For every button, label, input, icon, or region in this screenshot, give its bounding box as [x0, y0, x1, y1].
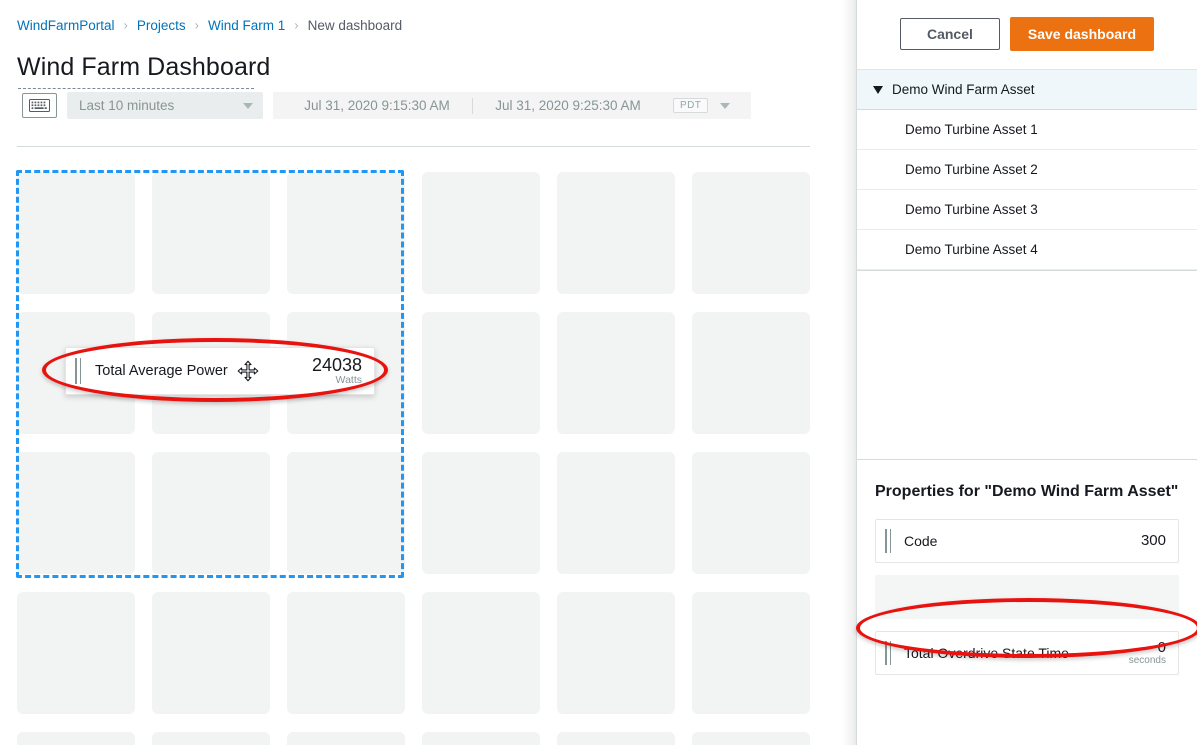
grip-handle-icon[interactable]: [885, 529, 891, 553]
widget-unit: Watts: [312, 375, 362, 386]
breadcrumb-item-projects[interactable]: Projects: [137, 18, 186, 33]
grip-handle-icon[interactable]: [75, 358, 81, 384]
grid-cell[interactable]: [152, 452, 270, 574]
breadcrumb-separator-icon: ›: [195, 19, 199, 32]
grid-cell[interactable]: [557, 592, 675, 714]
dashboard-main-area: WindFarmPortal › Projects › Wind Farm 1 …: [0, 0, 856, 745]
breadcrumb-separator-icon: ›: [294, 19, 298, 32]
asset-label: Demo Wind Farm Asset: [892, 82, 1035, 97]
timezone-badge[interactable]: PDT: [673, 98, 708, 113]
property-label: Total Overdrive State Time: [904, 645, 1069, 661]
keyboard-icon[interactable]: [22, 93, 57, 118]
grid-cell[interactable]: [152, 592, 270, 714]
grid-cell[interactable]: [422, 732, 540, 745]
breadcrumb-item-new-dashboard: New dashboard: [308, 18, 403, 33]
widget-value: 24038: [312, 356, 362, 375]
dashboard-grid[interactable]: [0, 160, 856, 745]
grid-cell[interactable]: [17, 172, 135, 294]
save-dashboard-button[interactable]: Save dashboard: [1010, 17, 1154, 51]
time-range-start[interactable]: Jul 31, 2020 9:15:30 AM: [282, 98, 472, 113]
grid-cell[interactable]: [287, 172, 405, 294]
widget-value-group: 24038 Watts: [312, 356, 362, 387]
grid-cell[interactable]: [152, 172, 270, 294]
grid-cell[interactable]: [287, 592, 405, 714]
panel-action-bar: Cancel Save dashboard: [857, 0, 1197, 70]
move-cursor-icon: [237, 360, 259, 382]
header-divider: [17, 146, 810, 147]
grid-cell[interactable]: [422, 312, 540, 434]
asset-label: Demo Turbine Asset 4: [905, 242, 1038, 257]
grid-cell[interactable]: [287, 732, 405, 745]
grid-cell[interactable]: [152, 732, 270, 745]
properties-title: Properties for "Demo Wind Farm Asset": [875, 480, 1179, 503]
grid-cell[interactable]: [287, 452, 405, 574]
grid-cell[interactable]: [692, 592, 810, 714]
cancel-button[interactable]: Cancel: [900, 18, 1000, 50]
property-label: Code: [904, 533, 937, 549]
properties-section: Properties for "Demo Wind Farm Asset" Co…: [857, 460, 1197, 745]
time-range-preset-label: Last 10 minutes: [79, 98, 174, 113]
time-range-end[interactable]: Jul 31, 2020 9:25:30 AM: [473, 98, 663, 113]
grid-cell[interactable]: [692, 452, 810, 574]
property-value: 300: [1141, 533, 1166, 549]
caret-down-icon[interactable]: [873, 86, 883, 94]
grid-cell[interactable]: [692, 732, 810, 745]
breadcrumb-separator-icon: ›: [124, 19, 128, 32]
page-title-underline: [18, 88, 254, 89]
property-value-group: 300: [1141, 533, 1166, 549]
grip-handle-icon[interactable]: [885, 641, 891, 665]
property-unit: seconds: [1129, 656, 1166, 667]
grid-cell[interactable]: [692, 312, 810, 434]
grid-cell[interactable]: [692, 172, 810, 294]
absolute-time-range[interactable]: Jul 31, 2020 9:15:30 AM Jul 31, 2020 9:2…: [273, 92, 751, 119]
dashboard-widget-total-average-power[interactable]: Total Average Power 24038 Watts: [65, 347, 375, 395]
breadcrumb-item-portal[interactable]: WindFarmPortal: [17, 18, 115, 33]
widget-label: Total Average Power: [95, 363, 228, 379]
grid-cell[interactable]: [422, 172, 540, 294]
grid-cell[interactable]: [17, 452, 135, 574]
breadcrumb-item-wind-farm-1[interactable]: Wind Farm 1: [208, 18, 285, 33]
time-range-toolbar: Last 10 minutes Jul 31, 2020 9:15:30 AM …: [22, 92, 751, 119]
app-root: WindFarmPortal › Projects › Wind Farm 1 …: [0, 0, 1197, 745]
asset-row-demo-turbine-asset-1[interactable]: Demo Turbine Asset 1: [857, 110, 1197, 150]
asset-label: Demo Turbine Asset 1: [905, 122, 1038, 137]
asset-tree-list: Demo Wind Farm Asset Demo Turbine Asset …: [857, 70, 1197, 271]
property-row-code[interactable]: Code 300: [875, 519, 1179, 563]
grid-cell[interactable]: [17, 732, 135, 745]
asset-row-demo-turbine-asset-4[interactable]: Demo Turbine Asset 4: [857, 230, 1197, 270]
grid-cell[interactable]: [557, 312, 675, 434]
asset-label: Demo Turbine Asset 2: [905, 162, 1038, 177]
grid-cell[interactable]: [422, 452, 540, 574]
grid-cell[interactable]: [557, 452, 675, 574]
property-value-group: 0 seconds: [1129, 640, 1166, 667]
chevron-down-icon[interactable]: [720, 103, 730, 109]
asset-label: Demo Turbine Asset 3: [905, 202, 1038, 217]
asset-row-demo-turbine-asset-3[interactable]: Demo Turbine Asset 3: [857, 190, 1197, 230]
grid-cell[interactable]: [557, 732, 675, 745]
asset-row-demo-wind-farm-asset[interactable]: Demo Wind Farm Asset: [857, 70, 1197, 110]
asset-row-demo-turbine-asset-2[interactable]: Demo Turbine Asset 2: [857, 150, 1197, 190]
grid-cell[interactable]: [557, 172, 675, 294]
property-row-total-overdrive-state-time[interactable]: Total Overdrive State Time 0 seconds: [875, 631, 1179, 675]
property-drop-placeholder[interactable]: [875, 575, 1179, 619]
breadcrumb: WindFarmPortal › Projects › Wind Farm 1 …: [17, 18, 402, 33]
grid-cell[interactable]: [17, 592, 135, 714]
grid-cell[interactable]: [422, 592, 540, 714]
asset-list-empty-space: [857, 271, 1197, 460]
page-title[interactable]: Wind Farm Dashboard: [17, 53, 270, 82]
side-panel: Cancel Save dashboard Demo Wind Farm Ass…: [856, 0, 1197, 745]
chevron-down-icon: [243, 103, 253, 109]
property-value: 0: [1129, 640, 1166, 656]
time-range-preset-select[interactable]: Last 10 minutes: [67, 92, 263, 119]
